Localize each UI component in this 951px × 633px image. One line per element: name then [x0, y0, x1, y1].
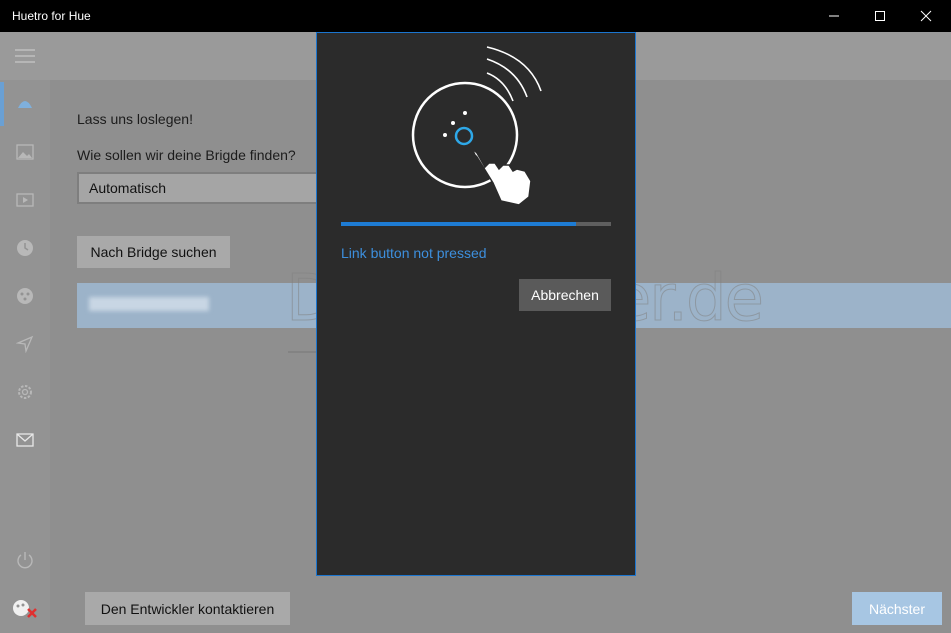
welcome-heading: Lass uns loslegen!: [77, 111, 193, 127]
bridge-method-select[interactable]: Automatisch: [77, 172, 327, 204]
sidebar-item-account[interactable]: [0, 584, 50, 632]
power-icon: [17, 552, 33, 569]
sidebar-item-scenes[interactable]: [0, 272, 50, 320]
cancel-button[interactable]: Abbrechen: [519, 279, 611, 311]
video-icon: [16, 193, 34, 207]
bridge-address-redacted: [89, 297, 209, 311]
mail-icon: [16, 433, 34, 447]
close-button[interactable]: [903, 0, 949, 32]
title-bar: Huetro for Hue: [0, 0, 951, 32]
location-icon: [16, 335, 34, 353]
sidebar-item-images[interactable]: [0, 128, 50, 176]
sidebar-item-power[interactable]: [0, 536, 50, 584]
app-window: Huetro for Hue Lass uns loslegen! Wie so…: [0, 0, 951, 633]
lamp-icon: [18, 101, 32, 108]
link-progress-fill: [341, 222, 576, 226]
close-icon: [920, 10, 932, 22]
sidebar-item-location[interactable]: [0, 320, 50, 368]
sidebar-item-timer[interactable]: [0, 224, 50, 272]
maximize-icon: [875, 11, 885, 21]
hamburger-icon: [15, 49, 35, 63]
sidebar-item-video[interactable]: [0, 176, 50, 224]
bridge-question-label: Wie sollen wir deine Brigde finden?: [77, 147, 296, 163]
sidebar-item-settings[interactable]: [0, 368, 50, 416]
window-title: Huetro for Hue: [12, 9, 91, 23]
minimize-icon: [829, 15, 839, 17]
next-button[interactable]: Nächster: [852, 592, 942, 625]
bridge-press-illustration: [411, 46, 542, 206]
link-status-text: Link button not pressed: [341, 245, 487, 261]
maximize-button[interactable]: [857, 0, 903, 32]
link-bridge-dialog: Link button not pressed Abbrechen: [316, 32, 636, 576]
gear-icon: [18, 385, 32, 399]
contact-developer-button[interactable]: Den Entwickler kontaktieren: [85, 592, 290, 625]
account-error-icon: [13, 600, 37, 618]
minimize-button[interactable]: [811, 0, 857, 32]
clock-icon: [17, 240, 33, 256]
search-bridge-button[interactable]: Nach Bridge suchen: [77, 236, 230, 268]
sidebar: [0, 80, 50, 633]
sidebar-item-mail[interactable]: [0, 416, 50, 464]
image-icon: [16, 144, 34, 160]
palette-icon: [17, 288, 33, 304]
link-progress-bar: [341, 222, 611, 226]
hamburger-button[interactable]: [0, 32, 50, 80]
sidebar-item-lights[interactable]: [0, 80, 50, 128]
